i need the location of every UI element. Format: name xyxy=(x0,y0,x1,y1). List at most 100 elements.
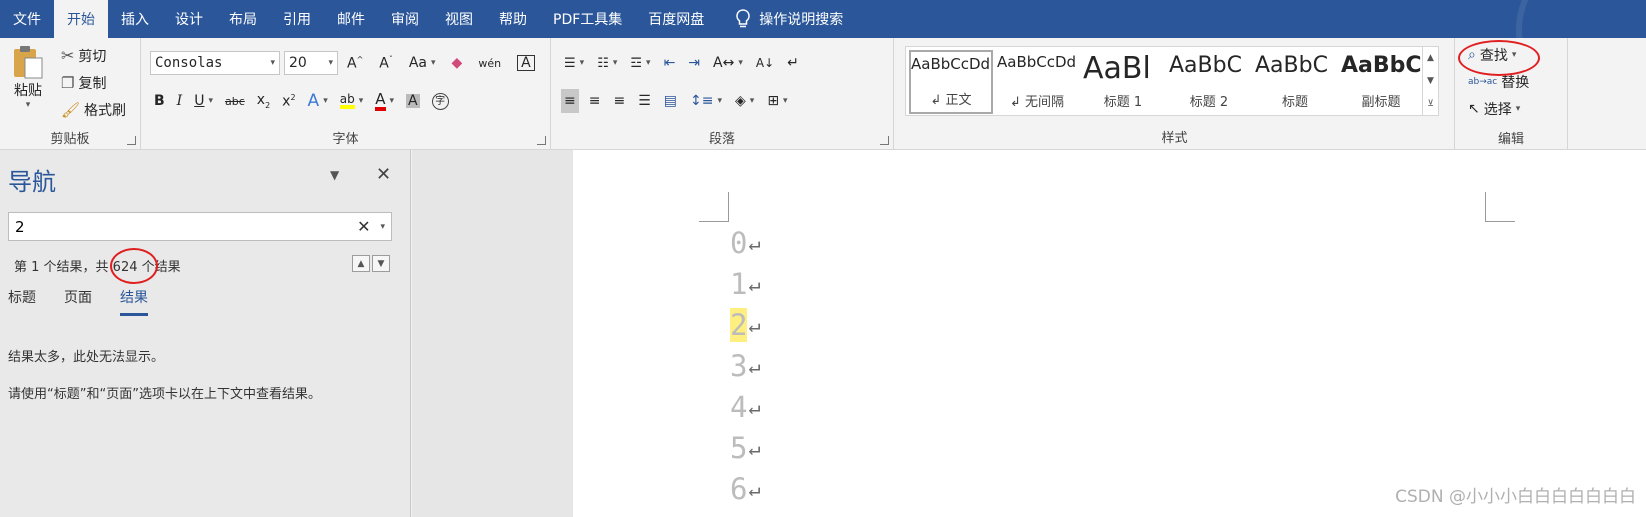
close-icon[interactable]: ✕ xyxy=(376,164,391,185)
bold-button[interactable]: B xyxy=(151,89,168,113)
justify-button[interactable]: ☰ xyxy=(635,89,654,113)
character-shading-button[interactable]: A xyxy=(403,89,423,113)
chevron-down-icon[interactable]: ▾ xyxy=(380,222,385,232)
shading-button[interactable]: ◈ ▾ xyxy=(732,89,757,113)
phonetic-guide-button[interactable]: wén xyxy=(475,51,504,75)
tab-results[interactable]: 结果 xyxy=(120,287,148,316)
superscript-button[interactable]: x2 xyxy=(279,89,298,113)
chevron-down-icon: ▾ xyxy=(270,58,275,68)
sort-button[interactable]: A↓ xyxy=(753,51,777,75)
tab-baidu-netdisk[interactable]: 百度网盘 xyxy=(635,0,717,38)
font-size-combo[interactable]: 20 ▾ xyxy=(284,51,338,75)
style-heading-1[interactable]: AaBl 标题 1 xyxy=(1081,50,1165,114)
change-case-button[interactable]: Aa ▾ xyxy=(406,51,439,75)
more-styles-icon[interactable]: ⊻ xyxy=(1427,99,1434,109)
document-page[interactable]: 0 ↵ 1 ↵ 2 ↵ 3 ↵ 4 ↵ 5 ↵ 6 ↵ CSDN @小小小白白白白白白白 xyxy=(573,150,1646,517)
select-button[interactable]: ↖ 选择 ▾ xyxy=(1465,97,1523,121)
style-title[interactable]: AaBbC 标题 xyxy=(1253,50,1337,114)
character-shading-icon: A xyxy=(406,93,420,109)
tab-home[interactable]: 开始 xyxy=(54,0,108,38)
cursor-icon: ↖ xyxy=(1468,101,1480,117)
next-result-icon[interactable]: ▼ xyxy=(372,255,390,272)
use-tabs-message: 请使用“标题”和“页面”选项卡以在上下文中查看结果。 xyxy=(8,387,321,402)
subscript-button[interactable]: x2 xyxy=(254,89,273,113)
numbering-button[interactable]: ☷ ▾ xyxy=(594,51,620,75)
align-right-button[interactable]: ≡ xyxy=(610,89,628,113)
style-heading-2[interactable]: AaBbC 标题 2 xyxy=(1167,50,1251,114)
decorative-circle xyxy=(1516,0,1646,38)
tab-design[interactable]: 设计 xyxy=(162,0,216,38)
style-normal[interactable]: AaBbCcDd ↲ 正文 xyxy=(909,50,993,114)
line-spacing-button[interactable]: ↕≡ ▾ xyxy=(687,89,725,113)
chevron-up-icon[interactable]: ▲ xyxy=(1427,53,1434,63)
paint-bucket-icon: ◈ xyxy=(735,93,746,109)
increase-indent-button[interactable]: ⇥ xyxy=(685,51,703,75)
dialog-launcher-icon[interactable] xyxy=(537,136,546,145)
ribbon-tab-bar: 文件 开始 插入 设计 布局 引用 邮件 审阅 视图 帮助 PDF工具集 百度网… xyxy=(0,0,1646,38)
tab-review[interactable]: 审阅 xyxy=(378,0,432,38)
style-title-sample: AaBbC xyxy=(1255,53,1328,78)
highlighted-match: 2 xyxy=(730,308,748,342)
strikethrough-button[interactable]: abc xyxy=(222,89,248,113)
dialog-launcher-icon[interactable] xyxy=(880,136,889,145)
styles-scrollbar[interactable]: ▲ ▼ ⊻ xyxy=(1422,47,1438,115)
multilevel-list-button[interactable]: ☲ ▾ xyxy=(627,51,653,75)
chevron-down-icon: ▾ xyxy=(208,96,213,106)
nav-tabs: 标题 页面 结果 xyxy=(8,287,148,316)
format-painter-button[interactable]: 🖌 格式刷 xyxy=(58,98,129,122)
dialog-launcher-icon[interactable] xyxy=(127,136,136,145)
enclose-characters-button[interactable]: 字 xyxy=(429,89,452,113)
clear-formatting-button[interactable]: ◆ xyxy=(449,51,466,75)
previous-result-icon[interactable]: ▲ xyxy=(352,255,370,272)
clear-search-icon[interactable]: ✕ xyxy=(357,217,370,236)
shrink-font-button[interactable]: Aˇ xyxy=(376,51,396,75)
text-direction-button[interactable]: A↔ ▾ xyxy=(710,51,746,75)
line-text: 6 xyxy=(730,472,748,506)
style-no-spacing-sample: AaBbCcDd xyxy=(997,53,1077,71)
text-direction-icon: A↔ xyxy=(713,55,735,71)
grow-font-button[interactable]: A^ xyxy=(344,51,366,75)
scissors-icon: ✂ xyxy=(61,46,75,65)
tab-references[interactable]: 引用 xyxy=(270,0,324,38)
chevron-down-icon: ▾ xyxy=(328,58,333,68)
highlight-button[interactable]: ab ▾ xyxy=(337,89,367,113)
align-center-button[interactable]: ≡ xyxy=(586,89,604,113)
borders-button[interactable]: ⊞ ▾ xyxy=(764,89,790,113)
tab-layout[interactable]: 布局 xyxy=(216,0,270,38)
font-size-value: 20 xyxy=(289,55,307,71)
chevron-down-icon: ▾ xyxy=(612,58,618,68)
distributed-button[interactable]: ▤ xyxy=(661,89,680,113)
tab-insert[interactable]: 插入 xyxy=(108,0,162,38)
style-no-spacing[interactable]: AaBbCcDd ↲ 无间隔 xyxy=(995,50,1079,114)
underline-button[interactable]: U ▾ xyxy=(191,89,216,113)
copy-icon: ❐ xyxy=(61,73,75,92)
copy-button[interactable]: ❐ 复制 xyxy=(58,71,109,95)
paste-button[interactable]: 粘贴 ▾ xyxy=(8,44,48,114)
text-effects-button[interactable]: A ▾ xyxy=(305,89,331,113)
character-border-button[interactable]: A xyxy=(514,51,538,75)
show-marks-button[interactable]: ↵ xyxy=(784,51,802,75)
multilevel-list-icon: ☲ xyxy=(630,55,643,71)
tab-file[interactable]: 文件 xyxy=(0,0,54,38)
tab-pdf-tools[interactable]: PDF工具集 xyxy=(540,0,635,38)
decrease-indent-button[interactable]: ⇤ xyxy=(661,51,679,75)
align-left-button[interactable]: ≡ xyxy=(561,89,579,113)
italic-button[interactable]: I xyxy=(174,89,186,113)
tab-headings[interactable]: 标题 xyxy=(8,287,36,316)
bullets-button[interactable]: ☰ ▾ xyxy=(561,51,587,75)
tell-me-search[interactable]: 操作说明搜索 xyxy=(717,0,843,38)
tab-pages[interactable]: 页面 xyxy=(64,287,92,316)
tab-mailings[interactable]: 邮件 xyxy=(324,0,378,38)
tab-view[interactable]: 视图 xyxy=(432,0,486,38)
font-color-button[interactable]: A ▾ xyxy=(372,89,397,113)
cut-button[interactable]: ✂ 剪切 xyxy=(58,44,109,68)
paragraph-mark-icon: ↵ xyxy=(748,272,761,296)
chevron-down-icon: ▾ xyxy=(717,96,722,106)
font-name-combo[interactable]: Consolas ▾ xyxy=(150,51,280,75)
chevron-down-icon[interactable]: ▼ xyxy=(330,168,339,182)
nav-search-input[interactable] xyxy=(15,217,358,236)
chevron-down-icon[interactable]: ▼ xyxy=(1427,76,1434,86)
style-subtitle[interactable]: AaBbC 副标题 xyxy=(1339,50,1423,114)
line-text: 4 xyxy=(730,390,748,424)
tab-help[interactable]: 帮助 xyxy=(486,0,540,38)
